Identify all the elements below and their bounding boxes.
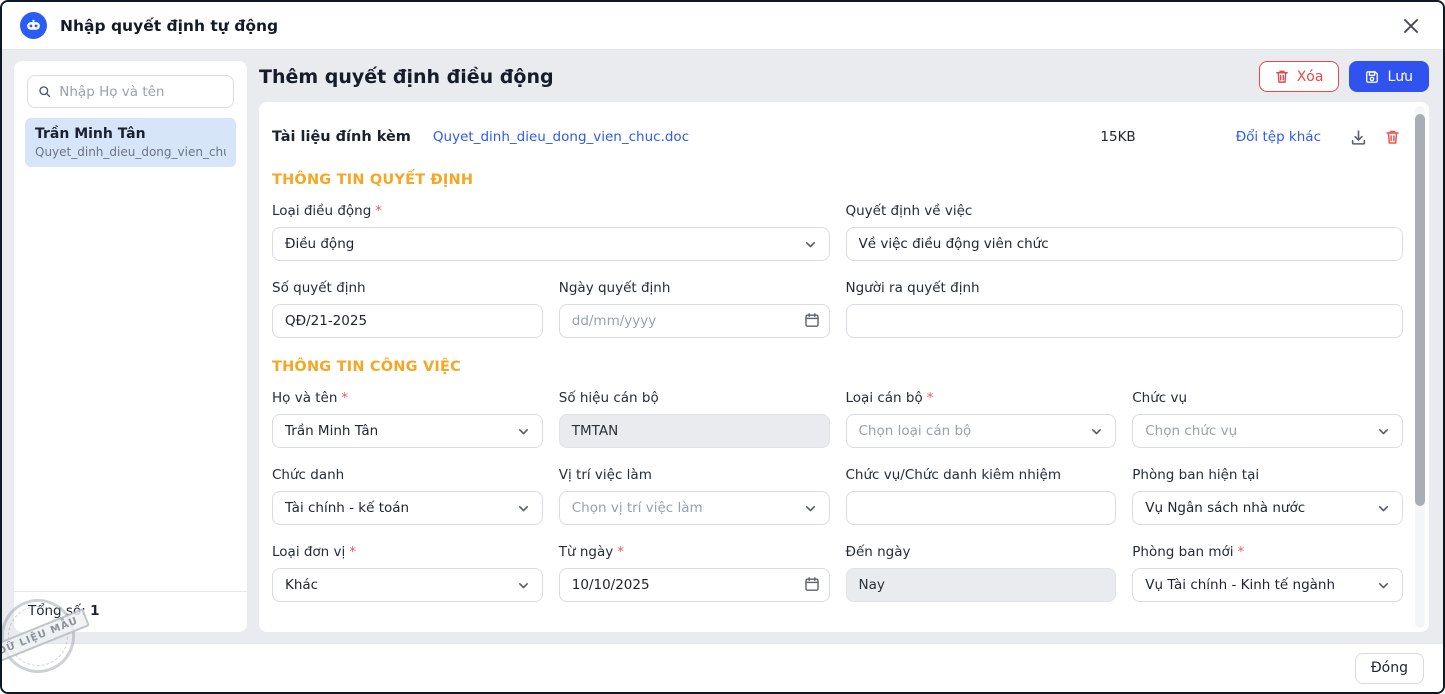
change-file-link[interactable]: Đổi tệp khác xyxy=(1236,129,1321,145)
dialog-footer: Đóng xyxy=(2,643,1443,692)
field-loai-dieu-dong: Loại điều động* Điều động xyxy=(272,203,830,261)
person-document-name: Quyet_dinh_dieu_dong_vien_chu... xyxy=(35,145,226,159)
search-input[interactable] xyxy=(59,84,223,100)
form-card: Tài liệu đính kèm Quyet_dinh_dieu_dong_v… xyxy=(259,102,1429,632)
total-value: 1 xyxy=(90,603,99,619)
field-tu-ngay: Từ ngày* xyxy=(559,544,830,602)
field-loai-can-bo: Loại cán bộ* Chọn loại cán bộ xyxy=(846,390,1117,448)
kiem-nhiem-input[interactable] xyxy=(846,491,1117,525)
field-ho-va-ten: Họ và tên* Trần Minh Tân xyxy=(272,390,543,448)
person-sidebar: Trần Minh Tân Quyet_dinh_dieu_dong_vien_… xyxy=(14,61,247,632)
attachment-row: Tài liệu đính kèm Quyet_dinh_dieu_dong_v… xyxy=(272,126,1403,148)
page-title: Thêm quyết định điều động xyxy=(259,66,1259,88)
ngay-quyet-dinh-date-input[interactable] xyxy=(559,304,830,338)
chevron-down-icon xyxy=(517,579,530,592)
chuc-vu-select[interactable]: Chọn chức vụ xyxy=(1132,414,1403,448)
den-ngay-readonly: Nay xyxy=(846,568,1117,602)
save-button[interactable]: Lưu xyxy=(1349,61,1429,92)
attachment-filename-link[interactable]: Quyet_dinh_dieu_dong_vien_chuc.doc xyxy=(433,129,689,145)
field-kiem-nhiem: Chức vụ/Chức danh kiêm nhiệm xyxy=(846,467,1117,525)
main-panel: Thêm quyết định điều động Xóa Lưu xyxy=(259,61,1429,632)
person-list: Trần Minh Tân Quyet_dinh_dieu_dong_vien_… xyxy=(14,108,247,591)
chevron-down-icon xyxy=(1090,425,1103,438)
total-label: Tổng số: xyxy=(28,603,86,619)
person-name: Trần Minh Tân xyxy=(35,126,226,142)
form-scrollbar-track[interactable] xyxy=(1415,106,1425,628)
field-quyet-dinh-ve-viec: Quyết định về việc xyxy=(846,203,1404,261)
field-nguoi-ra-quyet-dinh: Người ra quyết định xyxy=(846,280,1404,338)
close-icon[interactable] xyxy=(1397,12,1425,40)
chevron-down-icon xyxy=(517,502,530,515)
dialog-window: Nhập quyết định tự động Trần Minh Tân xyxy=(0,0,1445,694)
phong-ban-hien-tai-select[interactable]: Vụ Ngân sách nhà nước xyxy=(1132,491,1403,525)
attachment-label: Tài liệu đính kèm xyxy=(272,129,411,145)
phong-ban-moi-select[interactable]: Vụ Tài chính - Kinh tế ngành xyxy=(1132,568,1403,602)
title-bar: Nhập quyết định tự động xyxy=(2,2,1443,50)
chevron-down-icon xyxy=(517,425,530,438)
vi-tri-viec-lam-select[interactable]: Chọn vị trí việc làm xyxy=(559,491,830,525)
calendar-icon[interactable] xyxy=(804,312,820,328)
search-icon xyxy=(38,84,51,99)
chuc-danh-select[interactable]: Tài chính - kế toán xyxy=(272,491,543,525)
delete-attachment-trash-icon[interactable] xyxy=(1381,126,1403,148)
field-ngay-quyet-dinh: Ngày quyết định xyxy=(559,280,830,338)
so-quyet-dinh-input[interactable] xyxy=(272,304,543,338)
dialog-body: Trần Minh Tân Quyet_dinh_dieu_dong_vien_… xyxy=(2,50,1443,643)
chevron-down-icon xyxy=(1377,579,1390,592)
search-box[interactable] xyxy=(27,75,234,108)
trash-icon xyxy=(1275,69,1289,84)
decision-section-heading: THÔNG TIN QUYẾT ĐỊNH xyxy=(272,172,1403,188)
chevron-down-icon xyxy=(1377,425,1390,438)
field-chuc-vu: Chức vụ Chọn chức vụ xyxy=(1132,390,1403,448)
field-den-ngay: Đến ngày Nay xyxy=(846,544,1117,602)
form-scrollbar-thumb[interactable] xyxy=(1415,114,1425,506)
delete-button[interactable]: Xóa xyxy=(1259,61,1340,92)
field-so-hieu-can-bo: Số hiệu cán bộ TMTAN xyxy=(559,390,830,448)
loai-don-vi-select[interactable]: Khác xyxy=(272,568,543,602)
calendar-icon[interactable] xyxy=(804,576,820,592)
chevron-down-icon xyxy=(1377,502,1390,515)
window-title: Nhập quyết định tự động xyxy=(60,17,1397,35)
quyet-dinh-ve-viec-input[interactable] xyxy=(846,227,1404,261)
field-phong-ban-hien-tai: Phòng ban hiện tại Vụ Ngân sách nhà nước xyxy=(1132,467,1403,525)
work-section-heading: THÔNG TIN CÔNG VIỆC xyxy=(272,359,1403,375)
field-so-quyet-dinh: Số quyết định xyxy=(272,280,543,338)
so-hieu-can-bo-readonly: TMTAN xyxy=(559,414,830,448)
loai-can-bo-select[interactable]: Chọn loại cán bộ xyxy=(846,414,1117,448)
chevron-down-icon xyxy=(804,238,817,251)
field-chuc-danh: Chức danh Tài chính - kế toán xyxy=(272,467,543,525)
nguoi-ra-quyet-dinh-input[interactable] xyxy=(846,304,1404,338)
person-list-item-selected[interactable]: Trần Minh Tân Quyet_dinh_dieu_dong_vien_… xyxy=(25,118,236,167)
field-loai-don-vi: Loại đơn vị* Khác xyxy=(272,544,543,602)
chevron-down-icon xyxy=(804,502,817,515)
app-logo-robot-icon xyxy=(20,12,47,39)
tu-ngay-date-input[interactable] xyxy=(559,568,830,602)
ho-va-ten-select[interactable]: Trần Minh Tân xyxy=(272,414,543,448)
save-floppy-icon xyxy=(1365,70,1379,84)
field-phong-ban-moi: Phòng ban mới* Vụ Tài chính - Kinh tế ng… xyxy=(1132,544,1403,602)
field-vi-tri-viec-lam: Vị trí việc làm Chọn vị trí việc làm xyxy=(559,467,830,525)
main-header: Thêm quyết định điều động Xóa Lưu xyxy=(259,61,1429,92)
download-icon[interactable] xyxy=(1347,126,1369,148)
attachment-filesize: 15KB xyxy=(1100,129,1135,145)
loai-dieu-dong-select[interactable]: Điều động xyxy=(272,227,830,261)
close-dialog-button[interactable]: Đóng xyxy=(1355,653,1424,684)
sidebar-total: Tổng số: 1 xyxy=(14,591,247,632)
